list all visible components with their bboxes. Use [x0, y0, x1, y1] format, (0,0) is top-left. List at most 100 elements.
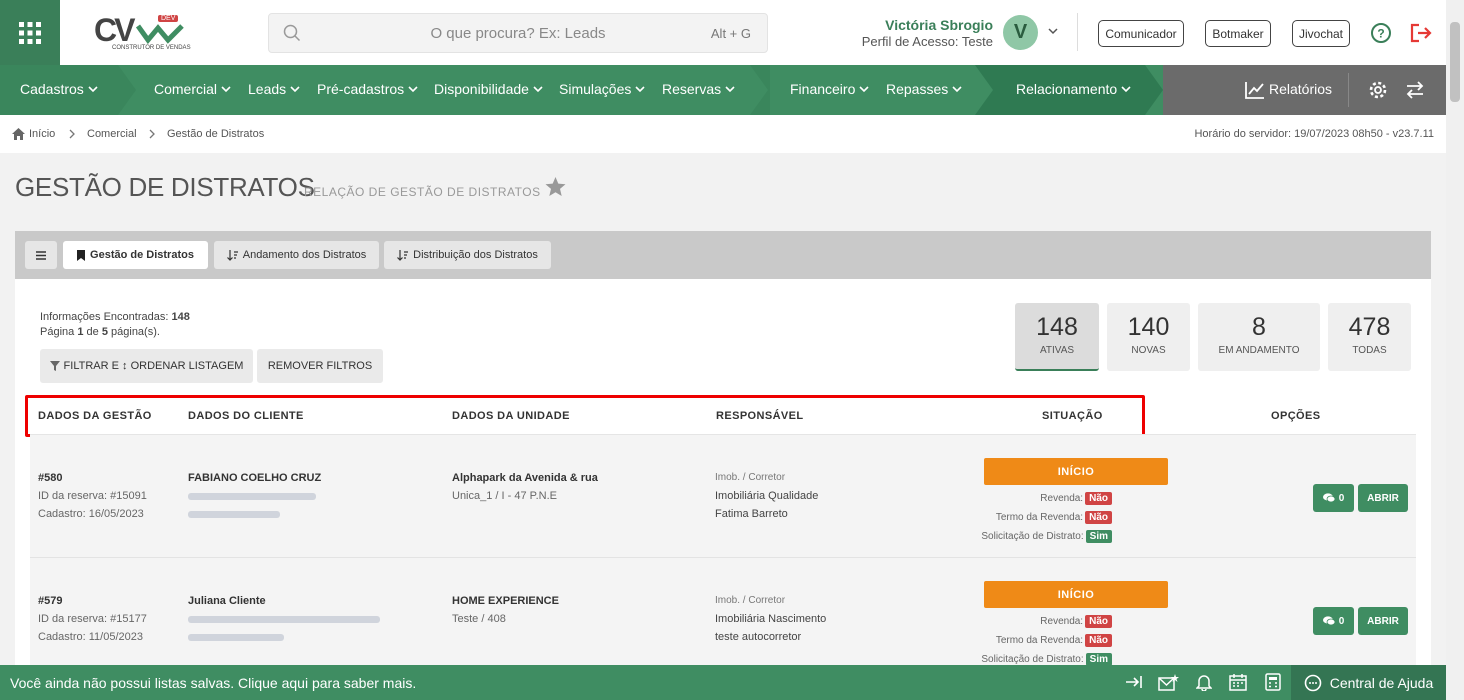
chevron-down-icon[interactable]	[1047, 25, 1059, 37]
flag-label: Termo da Revenda:	[995, 512, 1084, 523]
solicitacao-flag: Solicitação de Distrato: Sim	[981, 530, 1112, 543]
nav-repasses[interactable]: Repasses	[886, 81, 962, 97]
nav-leads[interactable]: Leads	[248, 81, 300, 97]
chart-line-icon	[1245, 82, 1264, 99]
help-center-button[interactable]: Central de Ajuda	[1291, 665, 1446, 700]
chevron-down-icon	[725, 86, 735, 93]
nav-comercial[interactable]: Comercial	[154, 81, 231, 97]
nav-disponibilidade[interactable]: Disponibilidade	[434, 81, 543, 97]
help-icon[interactable]: ?	[1370, 22, 1392, 44]
scrollbar-thumb[interactable]	[1450, 22, 1460, 102]
swap-arrows-icon[interactable]	[1405, 80, 1425, 100]
arrow-to-right-icon[interactable]	[1125, 673, 1143, 691]
nav-pre-cadastros[interactable]: Pré-cadastros	[317, 81, 418, 97]
reserva-id: ID da reserva: #15177	[38, 613, 147, 625]
nav-reservas[interactable]: Reservas	[662, 81, 735, 97]
saved-lists-message[interactable]: Você ainda não possui listas salvas. Cli…	[10, 675, 416, 691]
stat-ativas[interactable]: 148 ATIVAS	[1015, 303, 1099, 371]
chevron-right-icon	[69, 129, 75, 139]
menu-toggle-button[interactable]	[25, 241, 57, 269]
chevron-down-icon	[533, 86, 543, 93]
breadcrumb: Início Comercial Gestão de Distratos Hor…	[0, 115, 1446, 153]
comments-button[interactable]: 0	[1313, 484, 1354, 512]
unidade-cell: HOME EXPERIENCE Teste / 408	[452, 592, 559, 628]
comments-button[interactable]: 0	[1313, 607, 1354, 635]
user-info[interactable]: Victória Sbrogio Perfil de Acesso: Teste	[862, 17, 993, 49]
chevron-down-icon	[635, 86, 645, 93]
flag-badge: Não	[1085, 615, 1112, 628]
stat-todas[interactable]: 478 TODAS	[1328, 303, 1411, 371]
column-header-opcoes: OPÇÕES	[1271, 410, 1321, 422]
blurred-phone	[188, 510, 280, 518]
nav-simulacoes[interactable]: Simulações	[559, 81, 645, 97]
gestao-id[interactable]: #580	[38, 472, 62, 484]
bell-icon[interactable]	[1196, 673, 1212, 691]
divider	[1077, 13, 1078, 51]
nav-relacionamento[interactable]: Relacionamento	[1016, 81, 1131, 97]
main-nav: Cadastros Comercial Leads Pré-cadastros …	[0, 65, 1446, 115]
stat-value: 8	[1252, 313, 1266, 341]
remove-filters-button[interactable]: REMOVER FILTROS	[257, 349, 383, 383]
apps-grid-button[interactable]	[0, 0, 60, 65]
chevron-down-icon	[1121, 86, 1131, 93]
nav-label: Simulações	[559, 81, 632, 97]
page-suffix: página(s).	[111, 326, 160, 338]
blurred-email	[188, 492, 316, 500]
table-row[interactable]: #580 ID da reserva: #15091 Cadastro: 16/…	[30, 435, 1416, 557]
stat-novas[interactable]: 140 NOVAS	[1107, 303, 1190, 371]
responsavel-cell: Imob. / Corretor Imobiliária Nascimento …	[715, 592, 826, 646]
botmaker-button[interactable]: Botmaker	[1205, 20, 1271, 47]
calculator-icon[interactable]	[1265, 673, 1281, 691]
nav-financeiro[interactable]: Financeiro	[790, 81, 869, 97]
stat-label: TODAS	[1352, 345, 1387, 356]
nav-relatorios[interactable]: Relatórios	[1269, 81, 1332, 97]
tab-label: Distribuição dos Distratos	[413, 249, 538, 261]
filter-order-button[interactable]: FILTRAR E ↕ ORDENAR LISTAGEM	[40, 349, 253, 383]
tab-gestao[interactable]: Gestão de Distratos	[63, 241, 208, 269]
unidade-name: Alphapark da Avenida & rua	[452, 472, 598, 484]
home-icon	[12, 128, 25, 140]
chevron-down-icon	[952, 86, 962, 93]
comunicador-button[interactable]: Comunicador	[1098, 20, 1184, 47]
chevron-down-icon	[88, 86, 98, 93]
logo[interactable]: CV DEV CONSTRUTOR DE VENDAS	[92, 12, 192, 56]
logout-icon[interactable]	[1409, 22, 1433, 44]
tab-andamento[interactable]: Andamento dos Distratos	[214, 241, 379, 269]
cliente-cell: Juliana Cliente	[188, 592, 380, 646]
flag-label: Revenda:	[1040, 493, 1084, 504]
stat-em-andamento[interactable]: 8 EM ANDAMENTO	[1198, 303, 1320, 371]
scrollbar[interactable]	[1446, 0, 1464, 700]
calendar-icon[interactable]	[1229, 673, 1247, 691]
cliente-cell: FABIANO COELHO CRUZ	[188, 469, 321, 523]
footer-bar: Você ainda não possui listas salvas. Cli…	[0, 665, 1446, 700]
open-button[interactable]: ABRIR	[1358, 607, 1408, 635]
star-icon[interactable]	[545, 177, 566, 197]
svg-text:?: ?	[1377, 27, 1384, 41]
breadcrumb-inicio[interactable]: Início	[29, 128, 55, 140]
flag-label: Revenda:	[1040, 616, 1084, 627]
open-button[interactable]: ABRIR	[1358, 484, 1408, 512]
hamburger-icon	[36, 250, 46, 260]
tab-distribuicao[interactable]: Distribuição dos Distratos	[384, 241, 551, 269]
gestao-id[interactable]: #579	[38, 595, 62, 607]
page-title: GESTÃO DE DISTRATOS	[15, 172, 315, 202]
mail-icon[interactable]	[1158, 673, 1180, 691]
sort-icon	[397, 249, 409, 261]
stat-label: EM ANDAMENTO	[1218, 345, 1300, 356]
nav-label: Cadastros	[20, 81, 84, 97]
jivochat-button[interactable]: Jivochat	[1292, 20, 1350, 47]
unidade-detail: Unica_1 / I - 47 P.N.E	[452, 490, 557, 502]
nav-cadastros[interactable]: Cadastros	[20, 81, 98, 97]
comments-icon	[1322, 616, 1335, 626]
logo-wave-icon	[136, 24, 184, 44]
termo-flag: Termo da Revenda: Não	[996, 634, 1112, 647]
breadcrumb-comercial[interactable]: Comercial	[87, 128, 137, 140]
stat-value: 140	[1127, 313, 1170, 341]
avatar[interactable]: V	[1003, 15, 1038, 50]
flag-badge: Não	[1085, 511, 1112, 524]
search-placeholder: O que procura? Ex: Leads	[430, 25, 606, 42]
gear-icon[interactable]	[1368, 80, 1388, 100]
table-row[interactable]: #579 ID da reserva: #15177 Cadastro: 11/…	[30, 557, 1416, 679]
search-bar[interactable]: O que procura? Ex: Leads Alt + G	[268, 13, 768, 53]
comments-count: 0	[1338, 492, 1345, 504]
